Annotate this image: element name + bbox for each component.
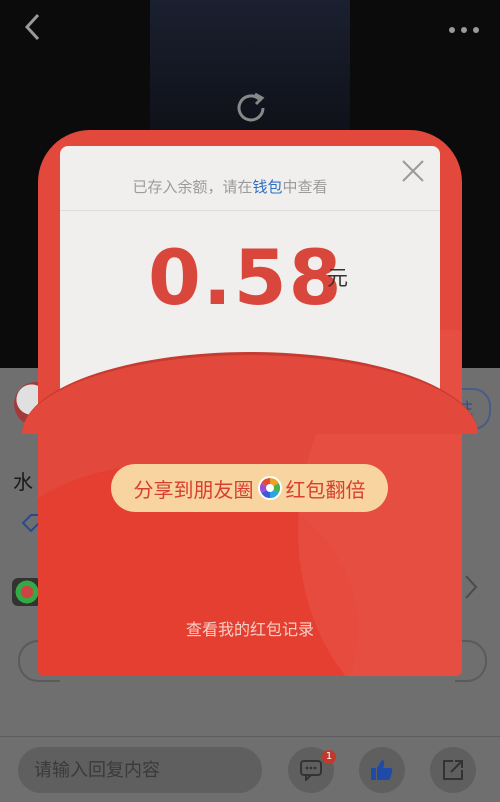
- close-icon[interactable]: [400, 158, 426, 184]
- packet-amount: 0.58: [148, 233, 344, 322]
- chevron-right-icon[interactable]: [464, 574, 478, 607]
- view-packet-records-link[interactable]: 查看我的红包记录: [60, 616, 440, 640]
- refresh-icon[interactable]: [231, 88, 271, 128]
- notice-suffix: 中查看: [282, 178, 328, 196]
- comment-icon: [300, 760, 322, 781]
- comment-count-badge: 1: [322, 750, 336, 764]
- post-title: 水: [13, 470, 33, 494]
- share-label-right: 红包翻倍: [285, 477, 366, 502]
- card-divider: [60, 210, 440, 211]
- notice-prefix: 已存入余额，请在: [132, 178, 253, 196]
- share-label-left: 分享到朋友圈: [133, 477, 254, 502]
- balance-notice: 已存入余额，请在钱包中查看: [60, 176, 400, 197]
- reply-input[interactable]: [18, 747, 262, 793]
- share-to-moments-button[interactable]: 分享到朋友圈 红包翻倍: [111, 464, 388, 512]
- thumbs-up-icon: [371, 760, 393, 780]
- share-button[interactable]: [430, 747, 476, 793]
- share-icon: [443, 760, 463, 780]
- more-icon[interactable]: [448, 18, 480, 38]
- moments-aperture-icon: [257, 475, 283, 501]
- back-arrow-icon[interactable]: [22, 12, 50, 42]
- like-button[interactable]: [359, 747, 405, 793]
- bottom-bar-divider: [0, 736, 500, 737]
- amount-unit: 元: [327, 266, 348, 290]
- wallet-link[interactable]: 钱包: [252, 178, 282, 196]
